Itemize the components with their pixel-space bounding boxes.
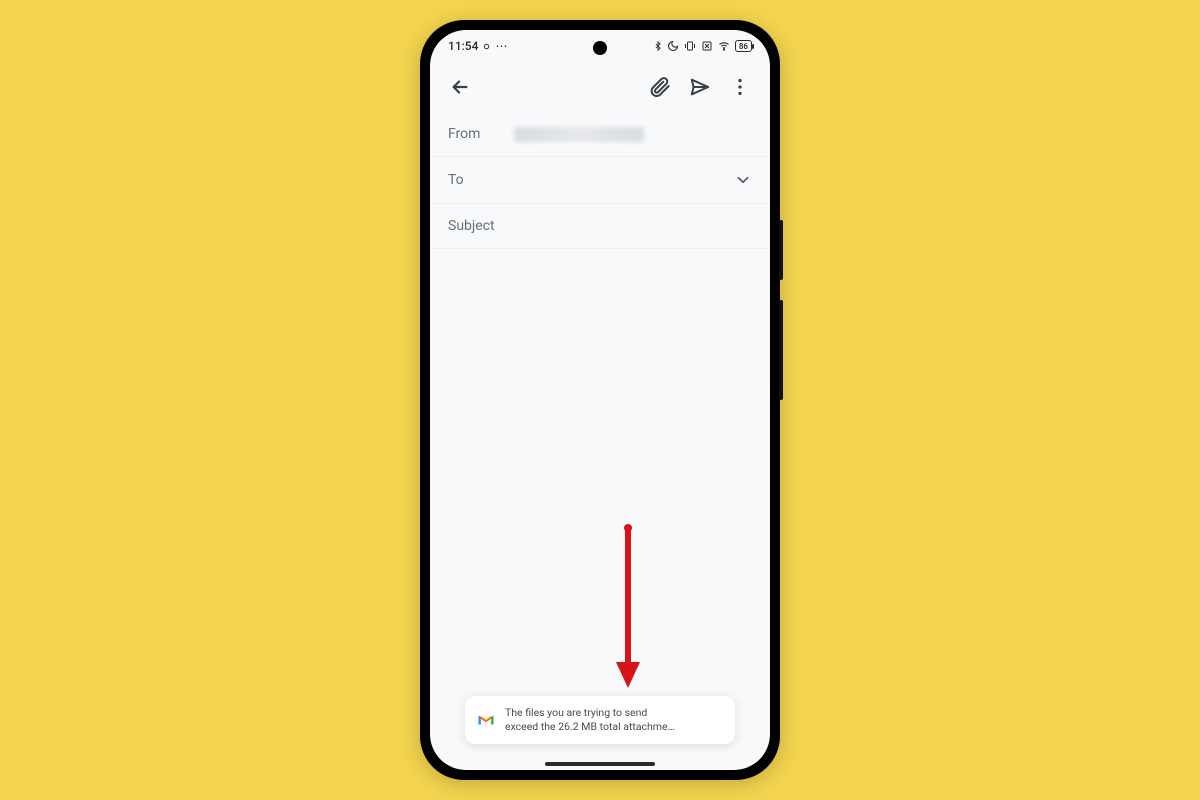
screen: 11:54 ⋯ 86 xyxy=(430,30,770,770)
vibrate-icon xyxy=(683,40,697,52)
to-field[interactable]: To xyxy=(430,157,770,204)
from-label: From xyxy=(448,126,498,142)
status-dot-icon xyxy=(482,42,491,51)
attachment-size-toast: The files you are trying to send exceed … xyxy=(465,696,735,744)
back-button[interactable] xyxy=(440,67,480,107)
toast-text: The files you are trying to send exceed … xyxy=(505,706,675,734)
side-button xyxy=(779,300,783,400)
chevron-down-icon xyxy=(734,171,752,189)
attach-button[interactable] xyxy=(640,67,680,107)
expand-recipients-button[interactable] xyxy=(734,171,752,189)
compose-app-bar xyxy=(430,62,770,112)
side-button xyxy=(779,220,783,280)
compose-body[interactable]: The files you are trying to send exceed … xyxy=(430,249,770,770)
battery-icon: 86 xyxy=(735,40,752,52)
overflow-menu-button[interactable] xyxy=(720,67,760,107)
home-indicator[interactable] xyxy=(545,762,655,766)
status-more-icon: ⋯ xyxy=(495,39,508,53)
send-button[interactable] xyxy=(680,67,720,107)
paperclip-icon xyxy=(649,76,671,98)
subject-label: Subject xyxy=(448,218,495,234)
annotation-arrow-icon xyxy=(608,520,648,690)
arrow-left-icon xyxy=(449,76,471,98)
phone-frame: 11:54 ⋯ 86 xyxy=(420,20,780,780)
bluetooth-icon xyxy=(653,40,663,52)
gmail-icon xyxy=(477,713,495,727)
dnd-moon-icon xyxy=(667,40,679,52)
to-label: To xyxy=(448,172,498,188)
from-field[interactable]: From xyxy=(430,112,770,157)
wifi-icon xyxy=(717,40,731,52)
front-camera xyxy=(593,41,607,55)
no-sim-icon xyxy=(701,40,713,52)
send-icon xyxy=(689,76,711,98)
status-time: 11:54 xyxy=(448,39,478,53)
subject-field[interactable]: Subject xyxy=(430,204,770,249)
from-value-redacted xyxy=(514,127,644,142)
more-vert-icon xyxy=(729,76,751,98)
